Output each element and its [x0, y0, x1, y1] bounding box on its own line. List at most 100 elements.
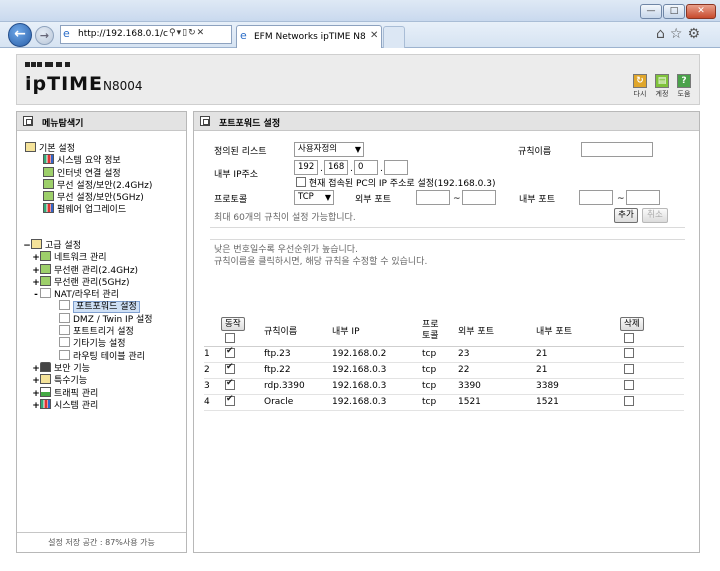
- sidebar-item-routing-table[interactable]: 라우팅 테이블 관리: [23, 349, 153, 362]
- add-button[interactable]: 추가: [614, 208, 638, 223]
- current-pc-checkbox[interactable]: [296, 177, 306, 187]
- select-all-run-checkbox[interactable]: [225, 332, 235, 343]
- sidebar-item-firmware[interactable]: 펌웨어 업그레이드: [23, 203, 152, 215]
- router-icon: [40, 288, 51, 299]
- rule-name-link[interactable]: ftp.22: [264, 362, 332, 379]
- ip-octet-2[interactable]: 168: [324, 160, 348, 175]
- forward-button[interactable]: →: [35, 26, 54, 45]
- traffic-icon: [40, 386, 51, 397]
- refresh-button[interactable]: ↻ 다시: [631, 74, 649, 99]
- table-row[interactable]: 3 rdp.3390 192.168.0.3 tcp 3390 3389: [204, 378, 684, 395]
- ie-icon: e: [240, 29, 247, 42]
- delete-checkbox[interactable]: [624, 364, 634, 374]
- col-ext-port: 외부 포트: [458, 316, 536, 347]
- preset-select[interactable]: 사용자정의 ▼: [294, 142, 364, 157]
- table-header: 동작 규칙이름 내부 IP 프로 토콜 외부 포트 내부 포트 삭제: [204, 316, 684, 347]
- sidebar-item-wlan-5[interactable]: + 무선랜 관리(5GHz): [23, 275, 153, 288]
- rule-name-link[interactable]: Oracle: [264, 394, 332, 411]
- int-port-start-input[interactable]: [579, 190, 613, 205]
- back-button[interactable]: ←: [8, 23, 32, 47]
- address-url[interactable]: http://192.168.0.1/cg: [78, 29, 168, 39]
- ip-octet-4[interactable]: [384, 160, 408, 175]
- main-header: 포트포워드 설정: [194, 112, 699, 131]
- lock-icon: [40, 361, 51, 372]
- browser-navbar: ← → e http://192.168.0.1/cg ⚲▾▯↻✕ e EFM …: [0, 22, 720, 48]
- protocol-select[interactable]: TCP ▼: [294, 190, 334, 205]
- run-checkbox[interactable]: [225, 346, 235, 358]
- arrow-right-icon: →: [39, 29, 50, 42]
- int-port-end-input[interactable]: [626, 190, 660, 205]
- wireless-icon: [43, 191, 54, 202]
- sidebar-item-wireless-5[interactable]: 무선 설정/보안(5GHz): [23, 191, 152, 203]
- delete-button[interactable]: 삭제: [620, 316, 644, 331]
- ext-port-start-input[interactable]: [416, 190, 450, 205]
- maximize-button[interactable]: □: [663, 4, 685, 19]
- new-tab-button[interactable]: [383, 26, 405, 48]
- col-internal-ip: 내부 IP: [332, 316, 422, 347]
- rule-name-link[interactable]: ftp.23: [264, 346, 332, 363]
- router-admin-page: ipTIMEN8004 ↻ 다시 ▤ 계정 ? 도움 메뉴탐색기 기본 설정 시…: [0, 49, 720, 571]
- run-checkbox[interactable]: [225, 362, 235, 374]
- sidebar-item-system-summary[interactable]: 시스템 요약 정보: [23, 154, 152, 166]
- current-pc-checkbox-label[interactable]: 현재 접속된 PC의 IP 주소로 설정(192.168.0.3): [296, 176, 495, 189]
- table-row[interactable]: 2 ftp.22 192.168.0.3 tcp 22 21: [204, 362, 684, 379]
- sidebar-item-misc[interactable]: 기타기능 설정: [23, 337, 153, 349]
- page-icon: [59, 337, 70, 348]
- run-checkbox[interactable]: [225, 394, 235, 406]
- tree-basic-settings[interactable]: 기본 설정: [23, 142, 152, 154]
- menu-explorer: 메뉴탐색기 기본 설정 시스템 요약 정보 인터넷 연결 설정 무선 설정/보안…: [16, 111, 187, 553]
- delete-checkbox[interactable]: [624, 380, 634, 390]
- wireless-icon: [40, 275, 51, 286]
- ip-octet-3[interactable]: 0: [354, 160, 378, 175]
- sidebar-item-network[interactable]: + 네트워크 관리: [23, 251, 153, 263]
- folder-gear-icon: [25, 142, 36, 152]
- tree-advanced-settings[interactable]: − 고급 설정: [23, 239, 153, 251]
- address-bar[interactable]: e http://192.168.0.1/cg ⚲▾▯↻✕: [60, 25, 232, 44]
- table-row[interactable]: 4 Oracle 192.168.0.3 tcp 1521 1521: [204, 394, 684, 411]
- stop-icon[interactable]: ✕: [197, 28, 206, 38]
- collapse-icon[interactable]: −: [23, 240, 31, 252]
- cancel-button[interactable]: 취소: [642, 208, 668, 223]
- ext-port-end-input[interactable]: [462, 190, 496, 205]
- account-button[interactable]: ▤ 계정: [653, 74, 671, 99]
- settings-gear-icon[interactable]: ⚙: [687, 26, 705, 42]
- sidebar-item-security[interactable]: + 보안 기능: [23, 361, 153, 374]
- col-rule-name: 규칙이름: [264, 316, 332, 347]
- page-title: 포트포워드 설정: [219, 119, 281, 129]
- close-window-button[interactable]: ✕: [686, 4, 716, 19]
- sidebar-item-nat[interactable]: - NAT/라우터 관리: [23, 288, 153, 300]
- rule-name-input[interactable]: [581, 142, 653, 157]
- delete-checkbox[interactable]: [624, 396, 634, 406]
- favorites-star-icon[interactable]: ☆: [670, 26, 688, 42]
- home-icon[interactable]: ⌂: [656, 26, 670, 42]
- ie-icon: e: [63, 27, 70, 40]
- sidebar-item-wireless-24[interactable]: 무선 설정/보안(2.4GHz): [23, 178, 152, 191]
- tab-close-icon[interactable]: ✕: [370, 30, 378, 41]
- browser-tab[interactable]: e EFM Networks ipTIME N80... ✕: [236, 25, 382, 48]
- divider: [210, 227, 685, 228]
- sidebar-item-internet[interactable]: 인터넷 연결 설정: [23, 166, 152, 179]
- delete-checkbox[interactable]: [624, 348, 634, 358]
- minimize-button[interactable]: —: [640, 4, 662, 19]
- logout-icon: ▤: [655, 74, 669, 88]
- refresh-page-icon[interactable]: ↻: [188, 28, 197, 38]
- sidebar-item-system[interactable]: + 시스템 관리: [23, 398, 153, 411]
- sidebar-item-dmz[interactable]: DMZ / Twin IP 설정: [23, 312, 153, 325]
- rule-name-link[interactable]: rdp.3390: [264, 378, 332, 395]
- sidebar-item-port-forward[interactable]: 포트포워드 설정: [23, 300, 153, 314]
- run-checkbox[interactable]: [225, 378, 235, 390]
- network-icon: [43, 166, 54, 177]
- search-icon[interactable]: ⚲: [169, 28, 177, 38]
- select-all-delete-checkbox[interactable]: [624, 332, 634, 343]
- help-button[interactable]: ? 도움: [675, 74, 693, 99]
- basic-settings-group: 기본 설정 시스템 요약 정보 인터넷 연결 설정 무선 설정/보안(2.4GH…: [23, 142, 152, 216]
- sidebar-item-special[interactable]: + 특수기능: [23, 374, 153, 386]
- ip-octet-1[interactable]: 192: [294, 160, 318, 175]
- sidebar-item-port-trigger[interactable]: 포트트리거 설정: [23, 325, 153, 337]
- table-row[interactable]: 1 ftp.23 192.168.0.2 tcp 23 21: [204, 346, 684, 363]
- sidebar-item-wlan-24[interactable]: + 무선랜 관리(2.4GHz): [23, 263, 153, 276]
- sidebar-item-traffic[interactable]: + 트래픽 관리: [23, 386, 153, 399]
- edit-note: 규칙이름을 클릭하시면, 해당 규칙을 수정할 수 있습니다.: [214, 257, 428, 267]
- help-icon: ?: [677, 74, 691, 88]
- run-button[interactable]: 동작: [221, 316, 245, 331]
